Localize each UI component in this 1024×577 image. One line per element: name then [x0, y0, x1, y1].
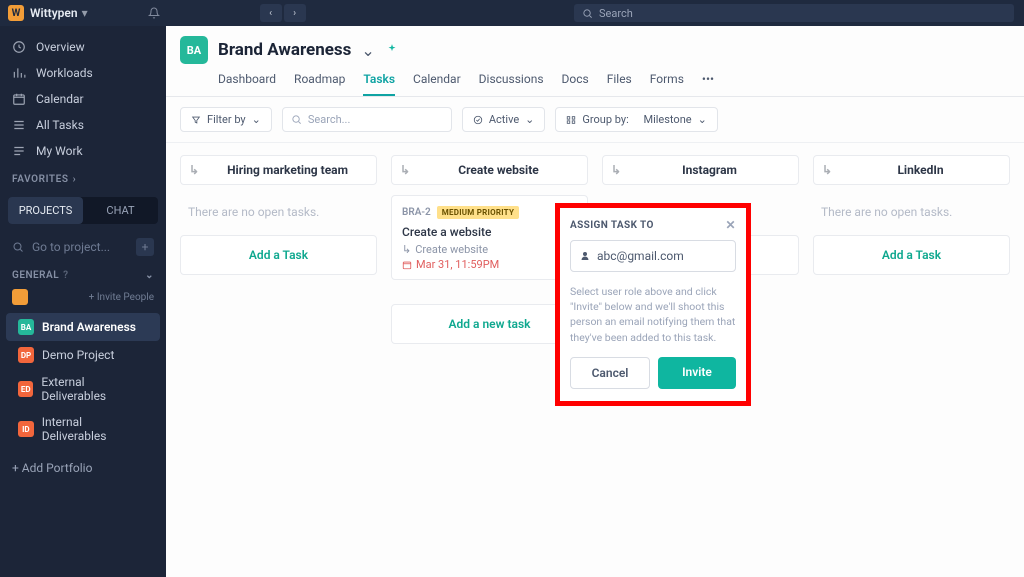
column-header[interactable]: ↳Hiring marketing team [180, 155, 377, 185]
invite-button[interactable]: Invite [658, 357, 736, 389]
task-search[interactable]: Search... [282, 107, 452, 132]
sparkle-icon [385, 43, 399, 57]
subtask-icon: ↳ [400, 163, 410, 177]
tab-tasks[interactable]: Tasks [363, 72, 395, 96]
project-avatar: BA [180, 36, 208, 64]
chevron-down-icon: ⌄ [252, 113, 261, 126]
status-filter[interactable]: Active⌄ [462, 107, 546, 132]
project-badge: BA [18, 319, 34, 335]
tab-chat[interactable]: CHAT [83, 197, 158, 224]
task-id: BRA-2 [402, 207, 431, 218]
task-subtask: ↳Create website [402, 243, 577, 256]
cancel-button[interactable]: Cancel [570, 357, 650, 389]
nav-label: Calendar [36, 92, 84, 106]
groupby-button[interactable]: Group by: Milestone⌄ [555, 107, 717, 132]
subtask-icon: ↳ [402, 243, 411, 256]
app-logo: W [8, 5, 24, 21]
invite-row: + Invite People [0, 285, 166, 313]
tab-docs[interactable]: Docs [562, 72, 589, 96]
add-task-button[interactable]: Add a Task [180, 235, 377, 275]
priority-badge: MEDIUM PRIORITY [437, 206, 519, 219]
project-external-deliverables[interactable]: EDExternal Deliverables [6, 369, 160, 409]
search-placeholder: Search [599, 7, 633, 20]
sidebar: Overview Workloads Calendar All Tasks My… [0, 26, 166, 577]
nav-label: Workloads [36, 66, 93, 80]
column-hiring: ↳Hiring marketing team There are no open… [180, 155, 377, 275]
project-header: BA Brand Awareness ⌄ Dashboard Roadmap T… [166, 26, 1024, 97]
tab-roadmap[interactable]: Roadmap [294, 72, 345, 96]
back-button[interactable]: ‹ [260, 4, 282, 22]
chevron-down-icon[interactable]: ⌄ [361, 41, 374, 60]
tab-projects[interactable]: PROJECTS [8, 197, 83, 224]
project-badge: ID [18, 421, 34, 437]
workspace-color-icon [12, 289, 28, 305]
subtask-icon: ↳ [611, 163, 621, 177]
project-search[interactable]: Go to project... + [0, 234, 166, 260]
topbar: W Wittypen ▾ ‹ › Search [0, 0, 1024, 26]
nav-overview[interactable]: Overview [0, 34, 166, 60]
nav-calendar[interactable]: Calendar [0, 86, 166, 112]
add-portfolio-button[interactable]: + Add Portfolio [0, 449, 166, 487]
history-nav: ‹ › [260, 4, 306, 22]
project-demo[interactable]: DPDemo Project [6, 341, 160, 369]
email-input[interactable]: abc@gmail.com [570, 240, 736, 272]
project-brand-awareness[interactable]: BABrand Awareness [6, 313, 160, 341]
project-badge: ED [18, 381, 33, 397]
chevron-down-icon: ⌄ [698, 113, 707, 126]
global-search[interactable]: Search [574, 4, 1014, 22]
project-badge: DP [18, 347, 34, 363]
forward-button[interactable]: › [284, 4, 306, 22]
general-header[interactable]: GENERAL ?⌄ [0, 260, 166, 285]
tab-files[interactable]: Files [607, 72, 632, 96]
empty-state: There are no open tasks. [180, 195, 377, 229]
subtask-icon: ↳ [189, 163, 199, 177]
column-header[interactable]: ↳Instagram [602, 155, 799, 185]
column-header[interactable]: ↳LinkedIn [813, 155, 1010, 185]
project-internal-deliverables[interactable]: IDInternal Deliverables [6, 409, 160, 449]
workspace-name[interactable]: Wittypen [30, 6, 78, 20]
column-header[interactable]: ↳Create website [391, 155, 588, 185]
tab-discussions[interactable]: Discussions [479, 72, 544, 96]
task-title: Create a website [402, 225, 577, 239]
chevron-right-icon: › [73, 174, 77, 185]
email-value: abc@gmail.com [597, 249, 684, 263]
add-project-button[interactable]: + [136, 238, 154, 256]
popover-title: ASSIGN TASK TO [570, 220, 654, 231]
subtask-icon: ↳ [822, 163, 832, 177]
tab-dashboard[interactable]: Dashboard [218, 72, 276, 96]
nav-my-work[interactable]: My Work [0, 138, 166, 164]
nav-workloads[interactable]: Workloads [0, 60, 166, 86]
chevron-down-icon: ▾ [82, 6, 88, 20]
tab-forms[interactable]: Forms [650, 72, 684, 96]
nav-label: My Work [36, 144, 83, 158]
nav-all-tasks[interactable]: All Tasks [0, 112, 166, 138]
favorites-header[interactable]: FAVORITES› [0, 164, 166, 189]
popover-hint: Select user role above and click "Invite… [570, 284, 736, 345]
project-title: Brand Awareness [218, 40, 351, 60]
tab-more[interactable]: ••• [702, 72, 714, 96]
close-button[interactable]: ✕ [726, 218, 736, 232]
filter-button[interactable]: Filter by⌄ [180, 107, 272, 132]
invite-people-link[interactable]: + Invite People [89, 292, 154, 303]
person-icon [579, 250, 591, 262]
board-toolbar: Filter by⌄ Search... Active⌄ Group by: M… [166, 97, 1024, 143]
chevron-down-icon: ⌄ [145, 270, 154, 281]
nav-label: Overview [36, 40, 85, 54]
assign-popover-highlight: ASSIGN TASK TO ✕ abc@gmail.com Select use… [555, 203, 751, 406]
column-linkedin: ↳LinkedIn There are no open tasks. Add a… [813, 155, 1010, 275]
add-task-button[interactable]: Add a Task [813, 235, 1010, 275]
sidebar-tabs: PROJECTS CHAT [8, 197, 158, 224]
project-tabs: Dashboard Roadmap Tasks Calendar Discuss… [218, 72, 1010, 96]
task-due-date: Mar 31, 11:59PM [402, 258, 577, 271]
tab-calendar[interactable]: Calendar [413, 72, 461, 96]
assign-popover: ASSIGN TASK TO ✕ abc@gmail.com Select use… [560, 208, 746, 401]
help-icon: ? [63, 270, 68, 281]
nav-label: All Tasks [36, 118, 84, 132]
bell-icon[interactable] [148, 7, 160, 19]
chevron-down-icon: ⌄ [525, 113, 534, 126]
empty-state: There are no open tasks. [813, 195, 1010, 229]
